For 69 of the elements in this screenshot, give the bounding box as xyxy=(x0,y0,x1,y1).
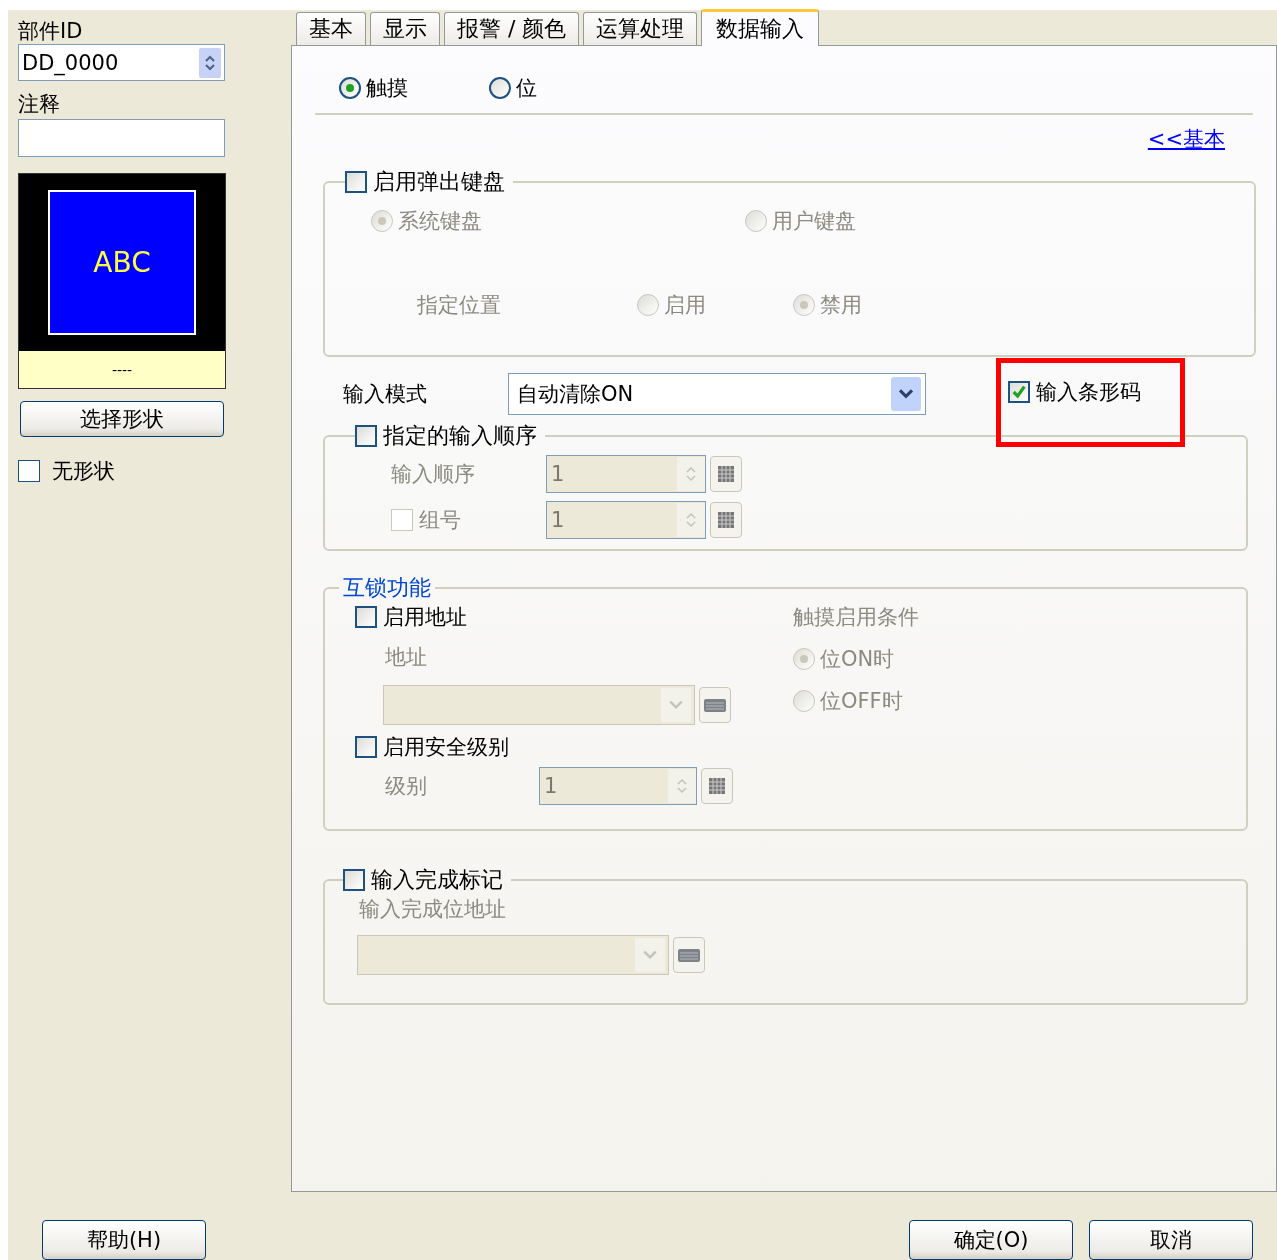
field-label: 触摸启用条件 xyxy=(793,604,919,631)
cancel-button[interactable]: 取消 xyxy=(1089,1220,1253,1260)
field-label: 部件ID xyxy=(18,18,83,44)
radio-label: 位OFF时 xyxy=(820,688,903,715)
radio-label: 触摸 xyxy=(366,75,408,102)
part-id-field[interactable]: DD_0000 xyxy=(18,44,225,81)
number-field[interactable]: 1 xyxy=(546,501,706,539)
checkbox-label: 启用地址 xyxy=(383,604,467,631)
keyboard-button[interactable] xyxy=(699,687,731,723)
radio-label: 系统键盘 xyxy=(398,208,482,235)
select-shape-button[interactable]: 选择形状 xyxy=(20,401,224,437)
checkbox[interactable] xyxy=(355,606,377,628)
checkbox[interactable] xyxy=(355,736,377,758)
radio-button[interactable] xyxy=(489,77,511,99)
radio-label: 启用 xyxy=(664,292,706,319)
basic-link[interactable]: <<基本 xyxy=(1147,125,1225,153)
input-mode-dropdown[interactable]: 自动清除ON xyxy=(508,373,926,415)
checkbox-label: 输入条形码 xyxy=(1036,379,1141,406)
field-label: 输入模式 xyxy=(343,381,428,408)
field-label: 指定位置 xyxy=(417,292,502,319)
caret-icon xyxy=(642,949,658,961)
tab[interactable]: 基本 xyxy=(296,12,366,45)
tab[interactable]: 报警 / 颜色 xyxy=(444,12,580,45)
spin-arrows-icon xyxy=(685,464,697,484)
number-field[interactable]: 1 xyxy=(539,767,697,805)
comment-field[interactable] xyxy=(18,119,225,157)
field-label: 输入顺序 xyxy=(391,461,476,488)
checkbox[interactable] xyxy=(1008,381,1030,403)
ok-button[interactable]: 确定(O) xyxy=(909,1220,1073,1260)
spin-arrows-icon xyxy=(685,510,697,530)
checkbox[interactable] xyxy=(343,869,365,891)
caret-icon xyxy=(897,388,915,400)
field-label: 注释 xyxy=(18,91,60,117)
checkbox[interactable] xyxy=(18,460,40,482)
keypad-button[interactable] xyxy=(701,768,733,804)
spin-arrows-icon xyxy=(676,776,688,796)
radio-label: 位 xyxy=(516,75,537,102)
radio-label: 用户键盘 xyxy=(772,208,856,235)
preview-text: ABC xyxy=(93,246,151,279)
keyboard-icon xyxy=(676,946,702,964)
keypad-icon xyxy=(716,510,736,530)
checkbox-label: 输入完成标记 xyxy=(371,866,503,894)
keypad-button[interactable] xyxy=(710,456,742,492)
tab[interactable]: 数据输入 xyxy=(701,9,820,46)
checkbox[interactable] xyxy=(345,171,367,193)
field-label: 级别 xyxy=(385,773,428,800)
tab[interactable]: 运算处理 xyxy=(583,12,698,45)
number-field[interactable]: 1 xyxy=(546,455,706,493)
field-label: 地址 xyxy=(385,644,428,671)
keyboard-icon xyxy=(702,696,728,714)
radio-label: 位ON时 xyxy=(820,646,895,673)
caret-icon xyxy=(668,699,684,711)
field-label: 输入完成位地址 xyxy=(359,897,506,921)
radio-label: 禁用 xyxy=(820,292,862,319)
checkbox-label: 组号 xyxy=(419,507,461,534)
tab[interactable]: 显示 xyxy=(370,12,440,45)
checkbox[interactable] xyxy=(355,425,377,447)
group-title: 互锁功能 xyxy=(343,574,431,602)
checkbox-label: 启用弹出键盘 xyxy=(373,168,505,196)
preview-caption: ---- xyxy=(111,361,133,378)
keyboard-button[interactable] xyxy=(673,937,705,973)
checkbox-label: 无形状 xyxy=(52,458,115,485)
keypad-icon xyxy=(716,464,736,484)
checkbox-label: 指定的输入顺序 xyxy=(383,422,537,450)
keypad-icon xyxy=(707,776,727,796)
checkbox-label: 启用安全级别 xyxy=(383,734,509,761)
radio-button[interactable] xyxy=(339,77,361,99)
keypad-button[interactable] xyxy=(710,502,742,538)
help-button[interactable]: 帮助(H) xyxy=(42,1220,206,1260)
